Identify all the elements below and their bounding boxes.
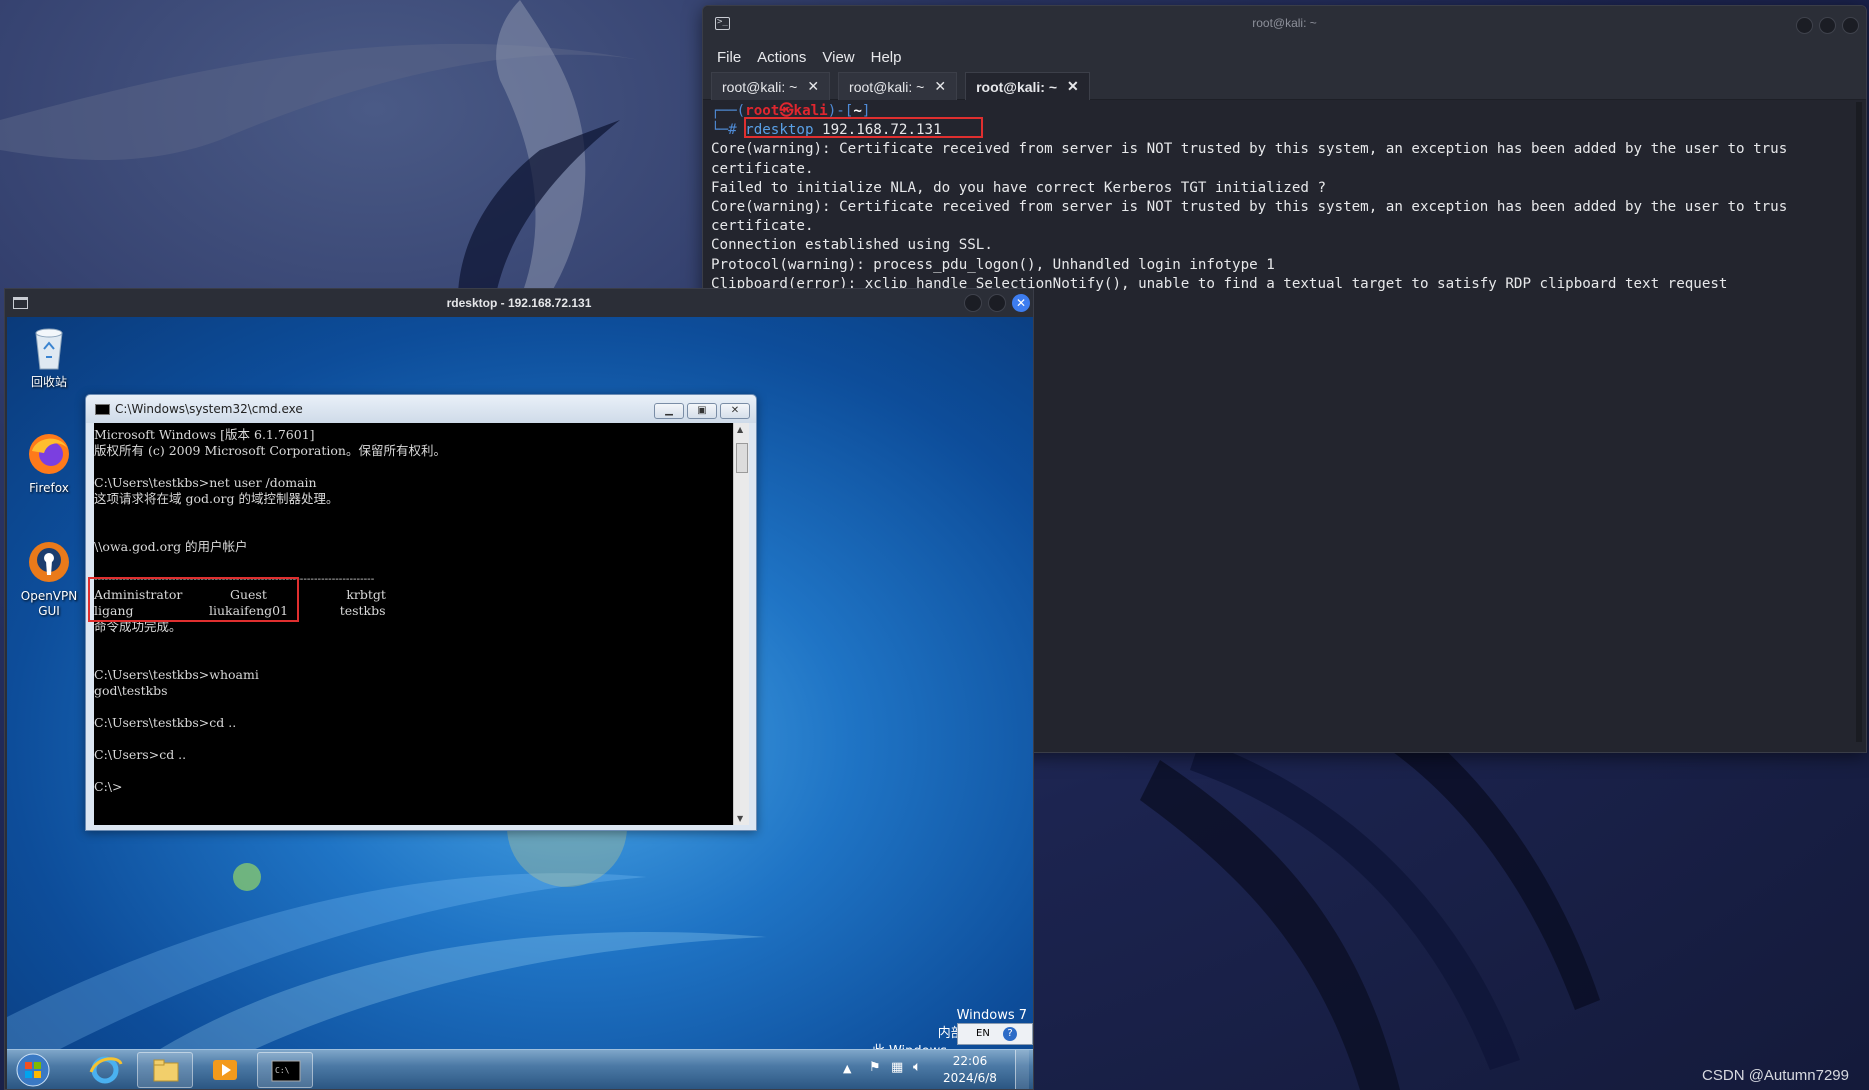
help-icon[interactable]: ? bbox=[1003, 1027, 1017, 1041]
kali-titlebar[interactable]: >_ root@kali: ~ bbox=[703, 6, 1866, 42]
output-line: Core(warning): Certificate received from… bbox=[711, 199, 1788, 216]
terminal-scrollbar[interactable] bbox=[1856, 102, 1862, 742]
clock-date: 2024/6/8 bbox=[943, 1071, 997, 1085]
output-line: certificate. bbox=[711, 160, 814, 177]
cmd-line: C:\Users\testkbs>whoami bbox=[94, 667, 259, 682]
close-button[interactable]: ✕ bbox=[1012, 294, 1030, 312]
menu-file[interactable]: File bbox=[717, 49, 741, 66]
output-line: Core(warning): Certificate received from… bbox=[711, 141, 1788, 158]
rdesktop-title: rdesktop - 192.168.72.131 bbox=[446, 296, 592, 310]
cmd-line: 这项请求将在域 god.org 的域控制器处理。 bbox=[94, 491, 339, 506]
explorer-taskbar-button[interactable] bbox=[137, 1052, 193, 1088]
csdn-watermark: CSDN @Autumn7299 bbox=[1702, 1067, 1849, 1084]
cmd-line: C:\Users\testkbs>cd .. bbox=[94, 715, 237, 730]
cmd-close-button[interactable]: ✕ bbox=[720, 403, 750, 419]
cmd-minimize-button[interactable]: ▁ bbox=[654, 403, 684, 419]
media-player-taskbar-button[interactable] bbox=[197, 1052, 253, 1088]
tab-terminal-3[interactable]: root@kali: ~ ✕ bbox=[965, 72, 1090, 100]
tab-close-icon[interactable]: ✕ bbox=[934, 78, 946, 95]
cmd-line: ​ bbox=[94, 651, 734, 667]
cmd-line: 版权所有 (c) 2009 Microsoft Corporation。保留所有… bbox=[94, 443, 446, 458]
cmd-line: ​ bbox=[94, 459, 734, 475]
menu-help[interactable]: Help bbox=[871, 49, 902, 66]
scroll-thumb[interactable] bbox=[736, 443, 748, 473]
windows-taskbar: C:\ ▲ ⚑ ▦ 🔈︎ 22:06 2024/6/8 bbox=[7, 1049, 1033, 1089]
icon-label: OpenVPN GUI bbox=[20, 589, 78, 618]
language-indicator[interactable]: EN bbox=[976, 1028, 990, 1039]
volume-icon[interactable]: 🔈︎ bbox=[913, 1059, 921, 1075]
windows7-remote-desktop[interactable]: 回收站 Firefox OpenVPN GUI C:\Windows\syste… bbox=[7, 317, 1033, 1089]
tab-terminal-1[interactable]: root@kali: ~ ✕ bbox=[711, 72, 831, 100]
tray-chevron-icon[interactable]: ▲ bbox=[843, 1062, 851, 1075]
tab-terminal-2[interactable]: root@kali: ~ ✕ bbox=[838, 72, 958, 100]
close-button[interactable] bbox=[1842, 17, 1859, 34]
start-button[interactable] bbox=[13, 1052, 57, 1088]
cmd-line: ​ bbox=[94, 555, 734, 571]
cmd-line: C:\Users\testkbs>net user /domain bbox=[94, 475, 317, 490]
action-center-flag-icon[interactable]: ⚑ bbox=[869, 1060, 881, 1075]
network-icon[interactable]: ▦ bbox=[891, 1060, 903, 1075]
cmd-maximize-button[interactable]: ▣ bbox=[687, 403, 717, 419]
firefox-icon bbox=[26, 431, 72, 477]
tab-label: root@kali: ~ bbox=[849, 78, 925, 95]
menu-view[interactable]: View bbox=[822, 49, 854, 66]
cmd-console[interactable]: Microsoft Windows [版本 6.1.7601] 版权所有 (c) … bbox=[94, 423, 734, 825]
kali-tab-bar: root@kali: ~ ✕ root@kali: ~ ✕ root@kali:… bbox=[703, 72, 1866, 100]
command-highlight-box bbox=[744, 117, 983, 138]
taskbar-clock[interactable]: 22:06 2024/6/8 bbox=[935, 1053, 1005, 1087]
rdesktop-window[interactable]: rdesktop - 192.168.72.131 ✕ 回收站 Firefox bbox=[4, 288, 1034, 1090]
cmd-line: ​ bbox=[94, 507, 734, 523]
cmd-line: ​ bbox=[94, 523, 734, 539]
output-line: Failed to initialize NLA, do you have co… bbox=[711, 179, 1326, 196]
cmd-taskbar-button[interactable]: C:\ bbox=[257, 1052, 313, 1088]
tab-label: root@kali: ~ bbox=[976, 78, 1058, 95]
recycle-bin-icon bbox=[26, 325, 72, 371]
minimize-button[interactable] bbox=[964, 294, 982, 312]
tab-close-icon[interactable]: ✕ bbox=[807, 78, 819, 95]
internet-explorer-taskbar-button[interactable] bbox=[77, 1052, 133, 1088]
scroll-down-icon[interactable]: ▼ bbox=[737, 814, 743, 823]
cmd-line: ​ bbox=[94, 635, 734, 651]
maximize-button[interactable] bbox=[988, 294, 1006, 312]
rdesktop-titlebar[interactable]: rdesktop - 192.168.72.131 ✕ bbox=[5, 289, 1033, 317]
cmd-line: ​ bbox=[94, 731, 734, 747]
cmd-line: C:\Users>cd .. bbox=[94, 747, 187, 762]
cmd-scrollbar[interactable]: ▲ ▼ bbox=[733, 423, 749, 825]
output-line: Connection established using SSL. bbox=[711, 237, 993, 254]
language-bar[interactable]: EN ? bbox=[957, 1023, 1033, 1045]
whoami-highlight-box bbox=[88, 577, 299, 622]
tab-label: root@kali: ~ bbox=[722, 78, 798, 95]
cmd-titlebar[interactable]: C:\Windows\system32\cmd.exe ▁ ▣ ✕ bbox=[86, 395, 756, 423]
icon-label: Firefox bbox=[29, 481, 69, 495]
output-line: certificate. bbox=[711, 218, 814, 235]
desktop-icon-firefox[interactable]: Firefox bbox=[17, 431, 81, 496]
output-line: Protocol(warning): process_pdu_logon(), … bbox=[711, 256, 1275, 273]
desktop-icon-openvpn[interactable]: OpenVPN GUI bbox=[17, 539, 81, 619]
cmd-line: ​ bbox=[94, 699, 734, 715]
cmd-icon bbox=[95, 404, 110, 415]
kali-window-title: root@kali: ~ bbox=[1252, 16, 1317, 30]
tab-close-icon[interactable]: ✕ bbox=[1067, 78, 1079, 95]
maximize-button[interactable] bbox=[1819, 17, 1836, 34]
kali-menubar: File Actions View Help bbox=[703, 42, 1866, 72]
cmd-line: \\owa.god.org 的用户帐户 bbox=[94, 539, 248, 554]
scroll-up-icon[interactable]: ▲ bbox=[737, 425, 743, 434]
openvpn-icon bbox=[26, 539, 72, 585]
cmd-title: C:\Windows\system32\cmd.exe bbox=[115, 402, 303, 416]
show-desktop-button[interactable] bbox=[1015, 1050, 1029, 1089]
clock-time: 22:06 bbox=[952, 1054, 988, 1068]
desktop-icon-recycle-bin[interactable]: 回收站 bbox=[17, 325, 81, 390]
cmd-line: Microsoft Windows [版本 6.1.7601] bbox=[94, 427, 315, 442]
svg-text:C:\: C:\ bbox=[275, 1066, 290, 1075]
minimize-button[interactable] bbox=[1796, 17, 1813, 34]
icon-label: 回收站 bbox=[30, 375, 67, 389]
cmd-line: god\testkbs bbox=[94, 683, 168, 698]
menu-actions[interactable]: Actions bbox=[757, 49, 806, 66]
cmd-line: C:\> bbox=[94, 779, 123, 794]
cmd-line: ​ bbox=[94, 763, 734, 779]
